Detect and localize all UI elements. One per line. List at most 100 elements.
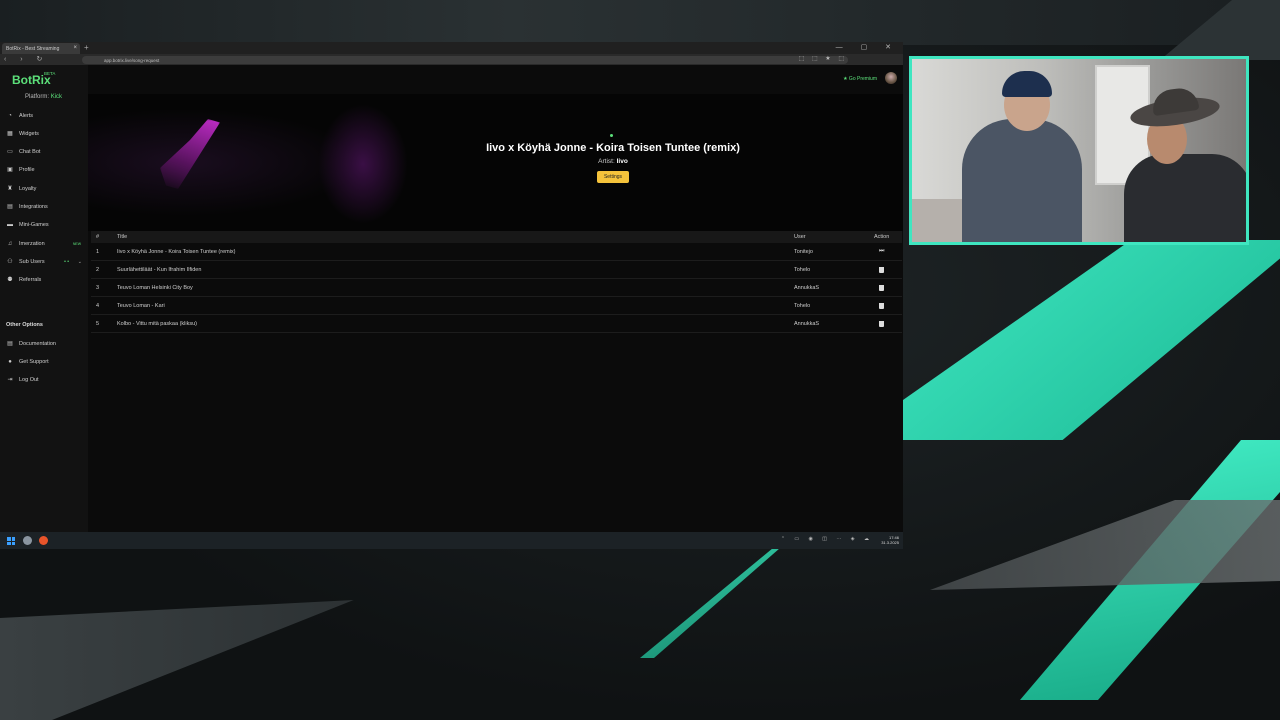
avatar[interactable] [885, 72, 897, 84]
table-row: 3 Teuvo Loman Helsinki City Boy AnnukkaS [91, 279, 902, 297]
trash-icon[interactable] [879, 285, 884, 291]
clock-date: 31.3.2025 [881, 540, 899, 545]
gamepad-icon: ▬ [7, 222, 13, 228]
column-title: Title [117, 234, 128, 240]
artist-name: Iivo [616, 158, 628, 165]
row-user: AnnukkaS [794, 321, 820, 327]
row-number: 5 [96, 321, 100, 327]
row-number: 3 [96, 285, 100, 291]
chevron-down-icon[interactable]: ⌄ [78, 259, 82, 265]
referral-icon: ⚉ [7, 277, 13, 283]
row-user: AnnukkaS [794, 285, 820, 291]
table-row: 5 Kolbo - Vittu mitä paskaa (kliksu) Ann… [91, 315, 902, 333]
row-number: 1 [96, 249, 100, 255]
platform-value: Kick [50, 94, 63, 100]
botrix-app: BotRix BETA Platform: Kick ◔ Alerts ▦ Wi… [0, 65, 903, 532]
skip-icon[interactable]: ⏭ [879, 248, 884, 255]
url-field[interactable]: app.botrix.live/song-request [82, 56, 848, 64]
taskbar: ⌃ ▭ ◉ ◫ ⋯ ◈ ☁ 17:46 31.3.2025 [0, 532, 903, 549]
music-icon: ♫ [7, 241, 13, 247]
taskbar-clock[interactable]: 17:46 31.3.2025 [881, 535, 899, 545]
sidebar-item-label: Imerzation [19, 241, 45, 247]
settings-button[interactable]: Settings [597, 171, 629, 183]
windows-start-icon[interactable] [7, 537, 15, 545]
trash-icon[interactable] [879, 303, 884, 309]
system-tray[interactable]: ⌃ ▭ ◉ ◫ ⋯ ◈ ☁ [781, 536, 873, 542]
sidebar-item-label: Sub Users [19, 259, 45, 265]
row-title: Kolbo - Vittu mitä paskaa (kliksu) [117, 321, 197, 327]
sidebar-item-label: Loyalty [19, 186, 37, 192]
row-title: Teuvo Loman Helsinki City Boy [117, 285, 193, 291]
platform-label: Platform: [25, 94, 50, 100]
now-playing-artist: Artist: Iivo [448, 158, 778, 165]
sidebar-item-integrations[interactable]: ▤ Integrations [7, 202, 85, 212]
webcam-overlay [909, 56, 1249, 245]
go-premium-link[interactable]: ★ Go Premium [843, 76, 877, 82]
browser-app-icon[interactable] [39, 536, 48, 545]
top-bar: ★ Go Premium [88, 65, 903, 85]
sidebar-item-log-out[interactable]: ⇥ Log Out [7, 375, 85, 385]
sidebar-item-widgets[interactable]: ▦ Widgets [7, 129, 85, 139]
doc-icon: ▤ [7, 341, 13, 347]
sidebar-item-label: Integrations [19, 204, 48, 210]
row-title: Iivo x Köyhä Jonne - Koira Toisen Tuntee… [117, 249, 236, 255]
bell-icon: ◔ [8, 113, 12, 119]
sidebar-item-chat-bot[interactable]: ▭ Chat Bot [7, 147, 85, 157]
row-number: 2 [96, 267, 100, 273]
new-badge: NEW [72, 242, 81, 246]
sidebar-item-label: Mini-Games [19, 222, 49, 228]
artist-label: Artist: [598, 158, 615, 165]
sidebar-item-profile[interactable]: ▣ Profile [7, 165, 85, 175]
browser-tab[interactable]: BotRix - Best Streaming × [2, 43, 80, 54]
sidebar: BotRix BETA Platform: Kick ◔ Alerts ▦ Wi… [0, 65, 88, 532]
column-number: # [96, 234, 100, 240]
sidebar-item-sub-users[interactable]: ⚇ Sub Users • • ⌄ [7, 257, 85, 267]
sidebar-item-label: Get Support [19, 359, 49, 365]
album-art [88, 94, 408, 231]
now-playing-panel: Iivo x Köyhä Jonne - Koira Toisen Tuntee… [88, 94, 903, 231]
row-title: Teuvo Loman - Kari [117, 303, 165, 309]
trophy-icon: ♜ [7, 186, 13, 192]
row-number: 4 [96, 303, 100, 309]
sidebar-item-imerzation[interactable]: ♫ Imerzation NEW [7, 239, 85, 249]
tab-title: BotRix - Best Streaming [6, 46, 60, 52]
status-dot [610, 134, 613, 137]
chat-icon: ▭ [7, 149, 13, 155]
main-content: ★ Go Premium Iivo x Köyhä Jonne - Koira … [88, 65, 903, 532]
sidebar-item-label: Profile [19, 167, 35, 173]
sidebar-item-documentation[interactable]: ▤ Documentation [7, 339, 85, 349]
settings-app-icon[interactable] [23, 536, 32, 545]
table-row: 4 Teuvo Loman - Kari Tohelo [91, 297, 902, 315]
sidebar-item-label: Documentation [19, 341, 56, 347]
tab-close-icon[interactable]: × [73, 45, 77, 51]
column-action: Action [874, 234, 890, 240]
table-row: 1 Iivo x Köyhä Jonne - Koira Toisen Tunt… [91, 243, 902, 261]
support-icon: ● [8, 359, 12, 365]
trash-icon[interactable] [879, 321, 884, 327]
table-header: # Title User Action [91, 231, 902, 243]
song-queue-table: # Title User Action 1 Iivo x Köyhä Jonne… [91, 231, 902, 333]
row-title: Suurlähettiläät - Kun Ifrahim Ilfiden [117, 267, 202, 273]
sidebar-item-alerts[interactable]: ◔ Alerts [7, 111, 85, 121]
sidebar-item-label: Alerts [19, 113, 34, 119]
sidebar-item-loyalty[interactable]: ♜ Loyalty [7, 184, 85, 194]
window-controls[interactable]: — ▢ ✕ [836, 43, 899, 51]
row-user: Tohelo [794, 303, 811, 309]
tab-bar: BotRix - Best Streaming × + — ▢ ✕ [0, 42, 903, 54]
logout-icon: ⇥ [7, 377, 13, 383]
plug-icon: ▤ [7, 204, 13, 210]
sidebar-item-get-support[interactable]: ● Get Support [7, 357, 85, 367]
nav-buttons[interactable]: ‹ › ↻ [4, 55, 48, 63]
users-icon: ⚇ [7, 259, 13, 265]
other-options-heading: Other Options [6, 322, 43, 328]
platform-indicator: Platform: Kick [25, 94, 62, 100]
trash-icon[interactable] [879, 267, 884, 273]
sidebar-item-referrals[interactable]: ⚉ Referrals [7, 275, 85, 285]
profile-icon: ▣ [7, 167, 13, 173]
browser-window: BotRix - Best Streaming × + — ▢ ✕ ‹ › ↻ … [0, 42, 903, 549]
row-user: Tohelo [794, 267, 811, 273]
new-tab-button[interactable]: + [84, 43, 89, 52]
sidebar-item-mini-games[interactable]: ▬ Mini-Games [7, 220, 85, 230]
extension-icons[interactable]: ⬚ ⬚ ★ ⬚ [799, 55, 847, 62]
beta-badge: BETA [44, 71, 56, 76]
